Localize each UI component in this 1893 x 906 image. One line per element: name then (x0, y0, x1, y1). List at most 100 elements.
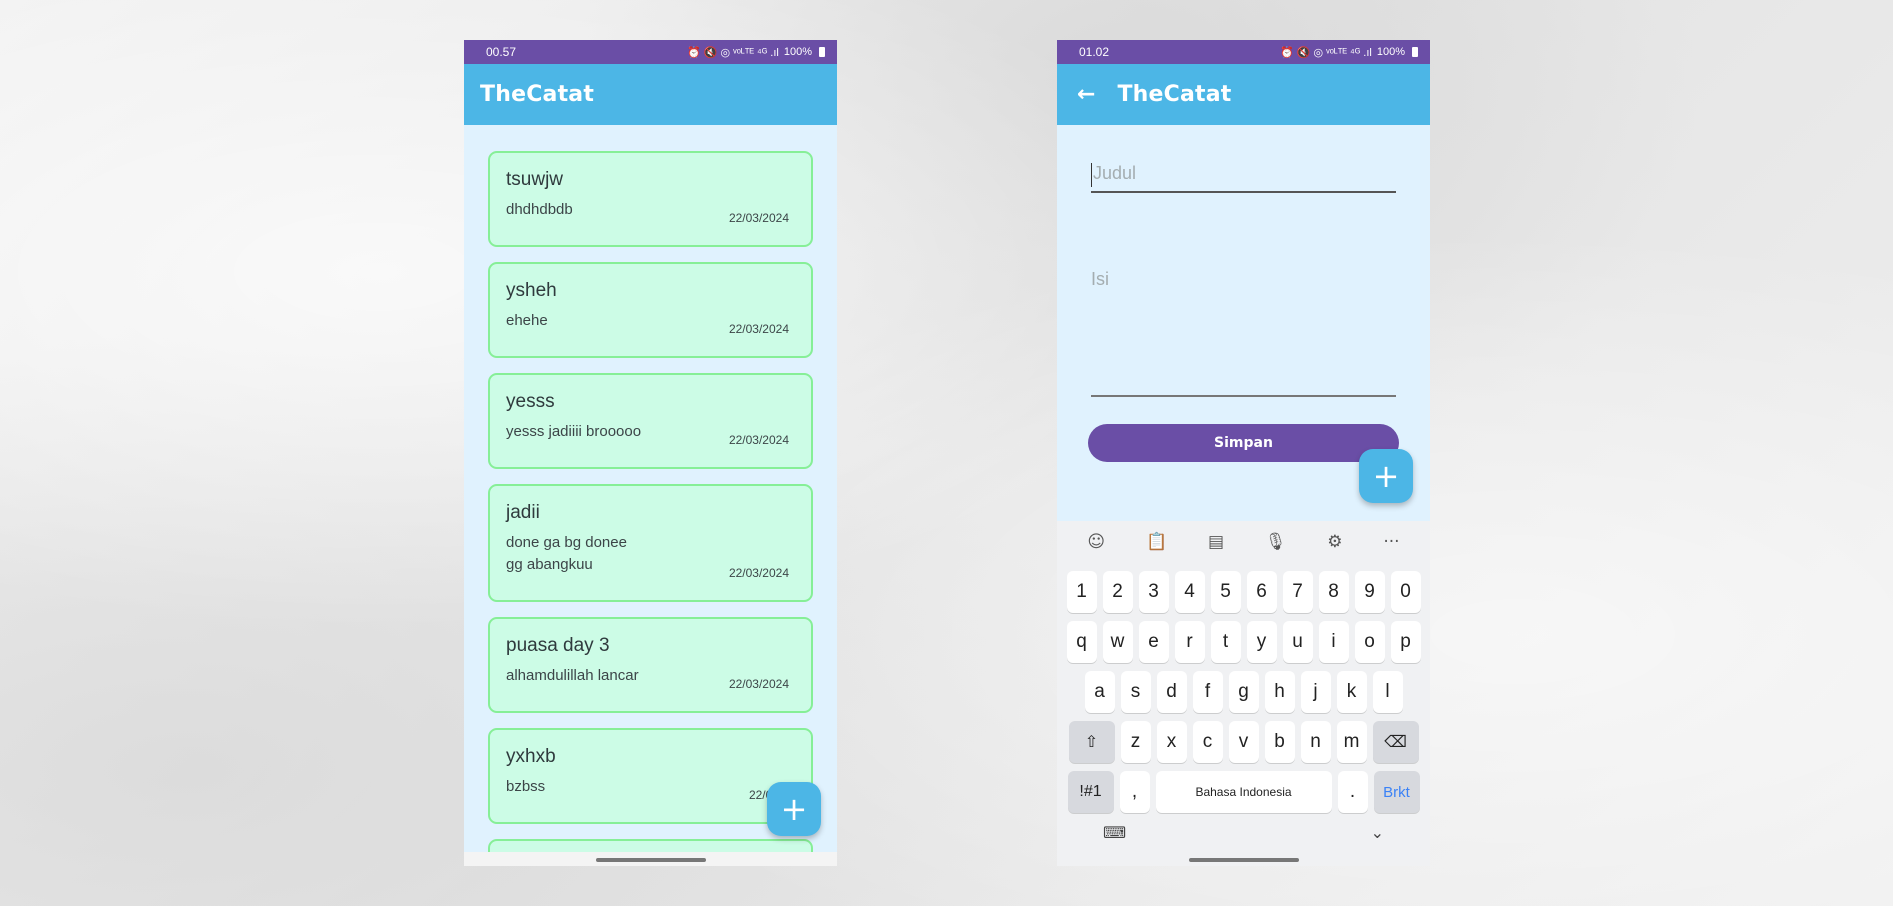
key[interactable]: n (1300, 721, 1331, 763)
battery-icon (1412, 47, 1418, 57)
settings-icon[interactable]: ⚙ (1327, 532, 1342, 552)
key[interactable]: t (1210, 621, 1241, 663)
enter-key[interactable]: Brkt (1373, 771, 1420, 813)
status-indicator-icons: ⏰ 🔇 ◎ ᵛᵒᴸᵀᴱ ⁴ᴳ .ıl (687, 46, 779, 59)
key[interactable]: 1 (1066, 571, 1097, 613)
app-title: TheCatat (480, 82, 595, 107)
key[interactable]: w (1102, 621, 1133, 663)
space-key[interactable]: Bahasa Indonesia (1155, 771, 1332, 813)
emoji-icon[interactable]: ☺ (1087, 532, 1105, 552)
key[interactable]: 9 (1354, 571, 1385, 613)
key[interactable]: b (1264, 721, 1295, 763)
home-indicator[interactable] (1188, 858, 1299, 862)
key[interactable]: u (1282, 621, 1313, 663)
battery-label: 100% (1376, 46, 1405, 58)
key[interactable]: r (1174, 621, 1205, 663)
key[interactable]: p (1390, 621, 1421, 663)
note-title: tsuwjw (506, 169, 564, 190)
symbols-key[interactable]: !#1 (1067, 771, 1114, 813)
keyboard-switch-icon[interactable]: ⌨ (1103, 823, 1126, 842)
key[interactable]: 3 (1138, 571, 1169, 613)
status-time: 00.57 (486, 45, 517, 59)
battery-label: 100% (783, 46, 812, 58)
key[interactable]: q (1066, 621, 1097, 663)
note-date: 22/03/2024 (728, 566, 789, 580)
key[interactable]: l (1372, 671, 1403, 713)
key[interactable]: 7 (1282, 571, 1313, 613)
add-note-button[interactable]: + (767, 782, 821, 836)
key[interactable]: v (1228, 721, 1259, 763)
note-form: Judul Isi Simpan (1057, 125, 1430, 462)
letter-row-1: q w e r t y u i o p (1057, 621, 1430, 663)
clipboard-icon[interactable]: 📋 (1146, 532, 1167, 552)
key[interactable]: e (1138, 621, 1169, 663)
more-icon[interactable]: ··· (1383, 532, 1399, 552)
status-icons: ⏰ 🔇 ◎ ᵛᵒᴸᵀᴱ ⁴ᴳ .ıl 100% (1280, 46, 1418, 59)
key[interactable]: d (1156, 671, 1187, 713)
title-input[interactable]: Judul (1091, 153, 1396, 193)
note-title: puasa day 3 (506, 635, 610, 656)
hide-keyboard-icon[interactable]: ⌄ (1371, 823, 1384, 842)
text-mode-icon[interactable]: ▤ (1208, 532, 1224, 552)
key[interactable]: h (1264, 671, 1295, 713)
period-key[interactable]: . (1337, 771, 1368, 813)
note-date: 22/03/2024 (728, 677, 789, 691)
body-placeholder: Isi (1091, 269, 1109, 289)
letter-row-3: ⇧ z x c v b n m ⌫ (1057, 721, 1430, 763)
key[interactable]: a (1084, 671, 1115, 713)
app-bar: TheCatat (464, 64, 837, 125)
note-card[interactable]: ysheh ehehe 22/03/2024 (488, 262, 813, 358)
note-title: yxhxb (506, 746, 556, 767)
keyboard-bottom-bar: ⌨ ⌄ (1057, 813, 1430, 842)
shift-key[interactable]: ⇧ (1068, 721, 1115, 763)
key[interactable]: 4 (1174, 571, 1205, 613)
status-bar: 01.02 ⏰ 🔇 ◎ ᵛᵒᴸᵀᴱ ⁴ᴳ .ıl 100% (1057, 40, 1430, 64)
comma-key[interactable]: , (1119, 771, 1150, 813)
note-card[interactable]: yesss yesss jadiiii brooooo 22/03/2024 (488, 373, 813, 469)
status-icons: ⏰ 🔇 ◎ ᵛᵒᴸᵀᴱ ⁴ᴳ .ıl 100% (687, 46, 825, 59)
key[interactable]: x (1156, 721, 1187, 763)
body-input[interactable]: Isi (1091, 269, 1396, 397)
key[interactable]: 0 (1390, 571, 1421, 613)
key[interactable]: 6 (1246, 571, 1277, 613)
save-button[interactable]: Simpan (1088, 424, 1399, 462)
note-date: 22/03/2024 (728, 433, 789, 447)
key[interactable]: 8 (1318, 571, 1349, 613)
key[interactable]: 5 (1210, 571, 1241, 613)
key[interactable]: f (1192, 671, 1223, 713)
keyboard-toolbar: ☺ 📋 ▤ 🎙 ⚙ ··· (1057, 521, 1430, 563)
key[interactable]: c (1192, 721, 1223, 763)
note-date: 22/03/2024 (728, 211, 789, 225)
status-indicator-icons: ⏰ 🔇 ◎ ᵛᵒᴸᵀᴱ ⁴ᴳ .ıl (1280, 46, 1372, 59)
back-arrow-icon[interactable]: ← (1077, 82, 1095, 107)
key[interactable]: k (1336, 671, 1367, 713)
app-title: TheCatat (1117, 82, 1232, 107)
note-card[interactable]: tsuwjw dhdhdbdb 22/03/2024 (488, 151, 813, 247)
key[interactable]: m (1336, 721, 1367, 763)
key[interactable]: 2 (1102, 571, 1133, 613)
key[interactable]: g (1228, 671, 1259, 713)
bottom-key-row: !#1 , Bahasa Indonesia . Brkt (1057, 771, 1430, 813)
number-row: 1 2 3 4 5 6 7 8 9 0 (1057, 571, 1430, 613)
home-indicator[interactable] (595, 858, 706, 862)
note-card[interactable]: jadii done ga bg donee gg abangkuu 22/03… (488, 484, 813, 602)
note-title: yesss (506, 391, 555, 412)
key[interactable]: i (1318, 621, 1349, 663)
soft-keyboard: ☺ 📋 ▤ 🎙 ⚙ ··· 1 2 3 4 5 6 7 8 9 0 q w e … (1057, 521, 1430, 866)
battery-icon (819, 47, 825, 57)
backspace-key[interactable]: ⌫ (1372, 721, 1419, 763)
microphone-icon[interactable]: 🎙 (1265, 532, 1287, 552)
note-card[interactable]: puasa day 3 alhamdulillah lancar 22/03/2… (488, 617, 813, 713)
key[interactable]: z (1120, 721, 1151, 763)
note-list-screen: 00.57 ⏰ 🔇 ◎ ᵛᵒᴸᵀᴱ ⁴ᴳ .ıl 100% TheCatat t… (464, 40, 837, 866)
note-card[interactable]: yxhxb bzbss 22/03/2 (488, 728, 813, 824)
note-date: 22/03/2024 (728, 322, 789, 336)
key[interactable]: s (1120, 671, 1151, 713)
add-note-button[interactable]: + (1359, 449, 1413, 503)
key[interactable]: j (1300, 671, 1331, 713)
key[interactable]: y (1246, 621, 1277, 663)
status-bar: 00.57 ⏰ 🔇 ◎ ᵛᵒᴸᵀᴱ ⁴ᴳ .ıl 100% (464, 40, 837, 64)
note-editor-screen: 01.02 ⏰ 🔇 ◎ ᵛᵒᴸᵀᴱ ⁴ᴳ .ıl 100% ← TheCatat… (1057, 40, 1430, 866)
note-title: jadii (506, 502, 540, 523)
key[interactable]: o (1354, 621, 1385, 663)
